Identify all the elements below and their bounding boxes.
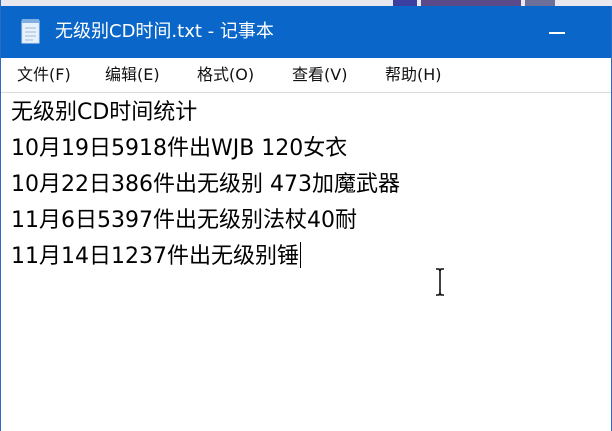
window-title: 无级别CD时间.txt - 记事本 xyxy=(55,21,274,42)
minimize-button[interactable] xyxy=(529,6,585,58)
text-line: 11月6日5397件出无级别法杖40耐 xyxy=(11,208,357,233)
menu-edit[interactable]: 编辑(E) xyxy=(105,64,160,86)
text-caret xyxy=(299,242,301,268)
notepad-window: 无级别CD时间.txt - 记事本 文件(F) 编辑(E) 格式(O) 查看(V… xyxy=(0,0,612,431)
text-line: 10月19日5918件出WJB 120女衣 xyxy=(11,136,348,161)
menu-format[interactable]: 格式(O) xyxy=(197,64,254,86)
minimize-icon xyxy=(549,32,565,34)
title-bar[interactable]: 无级别CD时间.txt - 记事本 xyxy=(1,6,611,58)
menu-bar: 文件(F) 编辑(E) 格式(O) 查看(V) 帮助(H) xyxy=(1,58,611,92)
text-line: 10月22日386件出无级别 473加魔武器 xyxy=(11,172,400,197)
notepad-icon xyxy=(21,18,41,44)
text-line: 11月14日1237件出无级别锤 xyxy=(11,244,299,269)
text-line: 无级别CD时间统计 xyxy=(11,100,198,125)
menu-view[interactable]: 查看(V) xyxy=(292,64,347,86)
text-line-with-caret: 11月14日1237件出无级别锤 xyxy=(11,242,301,272)
menu-help[interactable]: 帮助(H) xyxy=(385,64,442,86)
text-cursor-icon xyxy=(434,268,446,296)
text-editor-area[interactable]: 无级别CD时间统计 10月19日5918件出WJB 120女衣 10月22日38… xyxy=(1,92,611,431)
menu-file[interactable]: 文件(F) xyxy=(17,64,71,86)
